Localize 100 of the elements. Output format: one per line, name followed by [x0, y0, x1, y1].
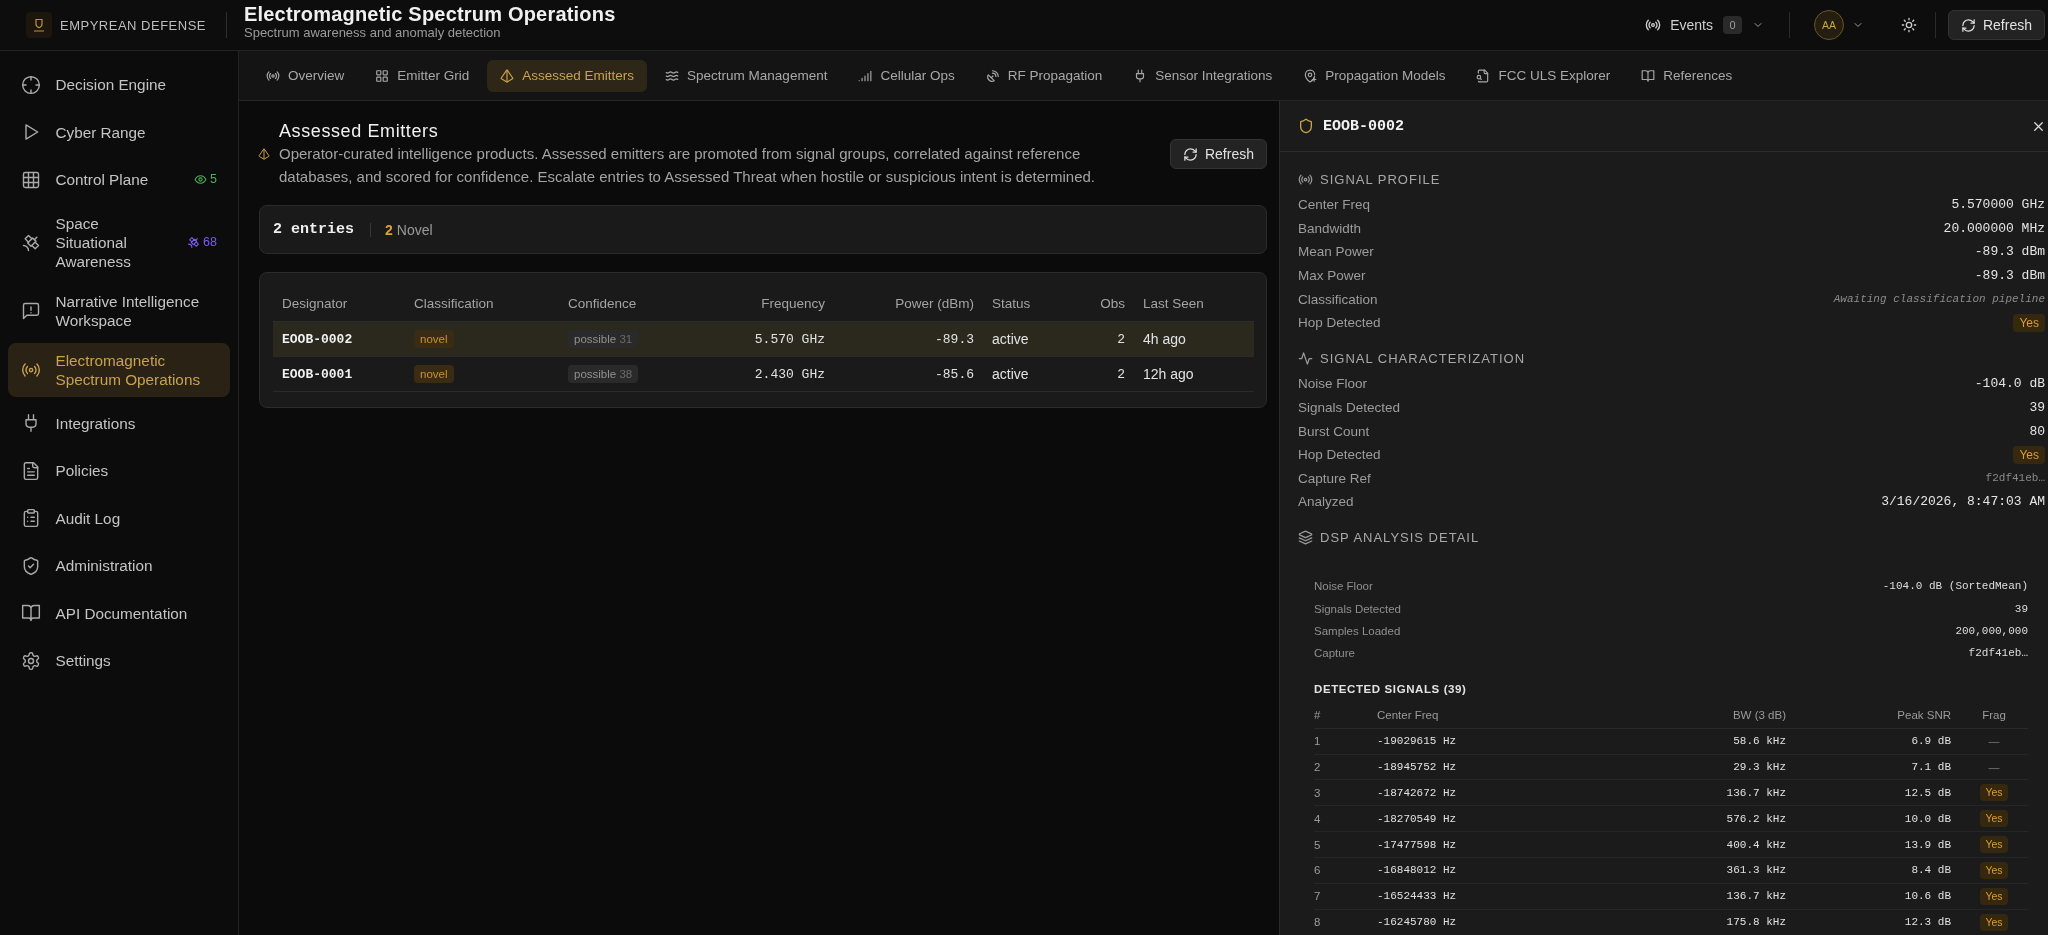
- table-cell: 8: [1314, 909, 1377, 935]
- table-cell: -85.6: [834, 356, 983, 392]
- table-cell: 12.3 dB: [1786, 909, 1960, 935]
- tab[interactable]: Overview: [253, 59, 358, 92]
- satellite-icon: [187, 236, 201, 249]
- refresh-button[interactable]: Refresh: [1947, 10, 2045, 40]
- nav-item[interactable]: API Documentation: [8, 592, 230, 635]
- table-cell: 5.570 GHz: [701, 321, 834, 357]
- field-value: 3/16/2026, 8:47:03 AM: [1881, 494, 2045, 510]
- table-title: DETECTED SIGNALS (39): [1314, 681, 1468, 697]
- tab[interactable]: Assessed Emitters: [487, 59, 648, 92]
- nav-item[interactable]: Integrations: [8, 402, 230, 445]
- refresh-icon: [1182, 146, 1198, 162]
- confidence-tag: possible 38: [568, 365, 639, 383]
- field-value: 200,000,000: [1955, 625, 2028, 638]
- nav-item[interactable]: Administration: [8, 544, 230, 587]
- nav-item[interactable]: Narrative Intelligence Workspace: [8, 284, 230, 338]
- page-title: Electromagnetic Spectrum Operations: [244, 3, 616, 25]
- clipboard-icon: [21, 508, 41, 529]
- table-cell: -89.3: [834, 321, 983, 357]
- flag-badge: Yes: [2013, 313, 2045, 332]
- confidence-tag: possible 31: [568, 330, 639, 348]
- nav-item[interactable]: Audit Log: [8, 497, 230, 540]
- field-value: f2df41eb…: [1985, 472, 2045, 485]
- table-cell: -18270549 Hz: [1377, 805, 1600, 832]
- table-cell: 4h ago: [1134, 321, 1254, 357]
- table-cell: 29.3 kHz: [1600, 754, 1786, 780]
- nav-count: 68: [203, 234, 217, 251]
- nav-item[interactable]: Settings: [8, 639, 230, 682]
- table-cell: 2: [1076, 356, 1134, 392]
- signal-bars-icon: [858, 68, 873, 83]
- layers-icon: [1298, 529, 1313, 545]
- field-label: Bandwidth: [1298, 220, 1362, 236]
- tab[interactable]: Sensor Integrations: [1120, 59, 1286, 92]
- table-cell: 10.0 dB: [1786, 805, 1960, 832]
- field-label: Signals Detected: [1314, 602, 1401, 615]
- classification-tag: novel: [414, 330, 454, 348]
- table-cell: 7: [1314, 883, 1377, 910]
- events-button[interactable]: Events: [1645, 17, 1713, 33]
- nav-item[interactable]: Policies: [8, 449, 230, 492]
- table-cell: 6.9 dB: [1786, 728, 1960, 755]
- pyramid-icon: [258, 148, 270, 160]
- tab[interactable]: Propagation Models: [1290, 59, 1459, 92]
- entries-count: 2 entries: [273, 221, 354, 238]
- table-cell: -16848012 Hz: [1377, 857, 1600, 884]
- document-search-icon: [1476, 68, 1491, 83]
- field-value: -89.3 dBm: [1974, 244, 2045, 260]
- table-cell: active: [983, 321, 1076, 357]
- table-row[interactable]: EOOB-0002 novel possible 31 5.570 GHz -89.3 active 2 4h ago: [273, 321, 1254, 357]
- nav-item[interactable]: Electromagnetic Spectrum Operations: [8, 343, 230, 397]
- table-row[interactable]: EOOB-0001 novel possible 38 2.430 GHz -85.6 active 2 12h ago: [273, 356, 1254, 392]
- column-header: #: [1314, 702, 1377, 729]
- nav-item[interactable]: Decision Engine: [8, 63, 230, 106]
- tab[interactable]: Cellular Ops: [845, 59, 968, 92]
- sun-icon[interactable]: [1900, 17, 1917, 33]
- table-cell: 400.4 kHz: [1600, 831, 1786, 858]
- table-cell: 12.5 dB: [1786, 779, 1960, 806]
- field-label: Noise Floor: [1298, 376, 1368, 392]
- section-description: Operator-curated intelligence products. Assessed emitters are promoted from signal groups, correlated against reference databases, and scored for confidence. Escalate entries to Assessed Threat when hostile or suspicious intent is determined.: [279, 144, 1097, 187]
- nav-item[interactable]: Space Situational Awareness 68: [8, 206, 230, 279]
- field-label: Mean Power: [1298, 244, 1374, 260]
- user-avatar[interactable]: AA: [1813, 10, 1844, 40]
- table-cell: 136.7 kHz: [1600, 883, 1786, 910]
- refresh-button[interactable]: Refresh: [1169, 139, 1267, 169]
- flag-badge: Yes: [1980, 887, 2008, 905]
- field-label: Classification: [1298, 291, 1378, 307]
- activity-icon: [1298, 350, 1313, 366]
- novel-count: 2: [385, 221, 393, 238]
- section-title: Assessed Emitters: [279, 120, 440, 142]
- nav-count: 5: [210, 171, 217, 189]
- tab[interactable]: FCC ULS Explorer: [1463, 59, 1624, 92]
- table-cell: 1: [1314, 728, 1377, 755]
- table-cell: EOOB-0001: [273, 356, 405, 392]
- shield-icon: [1298, 118, 1314, 134]
- field-label: Samples Loaded: [1314, 625, 1401, 638]
- shield-check-icon: [21, 555, 41, 576]
- page-subtitle: Spectrum awareness and anomaly detection: [244, 25, 502, 41]
- table-cell: 58.6 kHz: [1600, 728, 1786, 755]
- field-label: Burst Count: [1298, 423, 1370, 439]
- column-header: BW (3 dB): [1600, 702, 1786, 729]
- tab[interactable]: Spectrum Management: [652, 59, 841, 92]
- field-value: -89.3 dBm: [1974, 268, 2045, 284]
- tab[interactable]: RF Propagation: [972, 59, 1116, 92]
- tab[interactable]: References: [1628, 59, 1746, 92]
- tab[interactable]: Emitter Grid: [362, 59, 483, 92]
- document-icon: [21, 460, 41, 481]
- flag-badge: Yes: [1980, 836, 2008, 854]
- column-header: Power (dBm): [834, 286, 983, 322]
- table-cell: 8.4 dB: [1786, 857, 1960, 884]
- table-cell: -16524433 Hz: [1377, 883, 1600, 910]
- table-cell: 4: [1314, 805, 1377, 832]
- field-value: 20.000000 MHz: [1943, 220, 2045, 236]
- satellite-dish-icon: [985, 68, 1000, 83]
- field-value: -104.0 dB: [1974, 376, 2045, 392]
- nav-item[interactable]: Cyber Range: [8, 111, 230, 154]
- grid-icon: [21, 169, 41, 190]
- nav-item[interactable]: Control Plane 5: [8, 158, 230, 201]
- table-cell: —: [1960, 728, 2028, 755]
- flag-badge: Yes: [1980, 861, 2008, 879]
- broadcast-icon: [1645, 17, 1662, 33]
